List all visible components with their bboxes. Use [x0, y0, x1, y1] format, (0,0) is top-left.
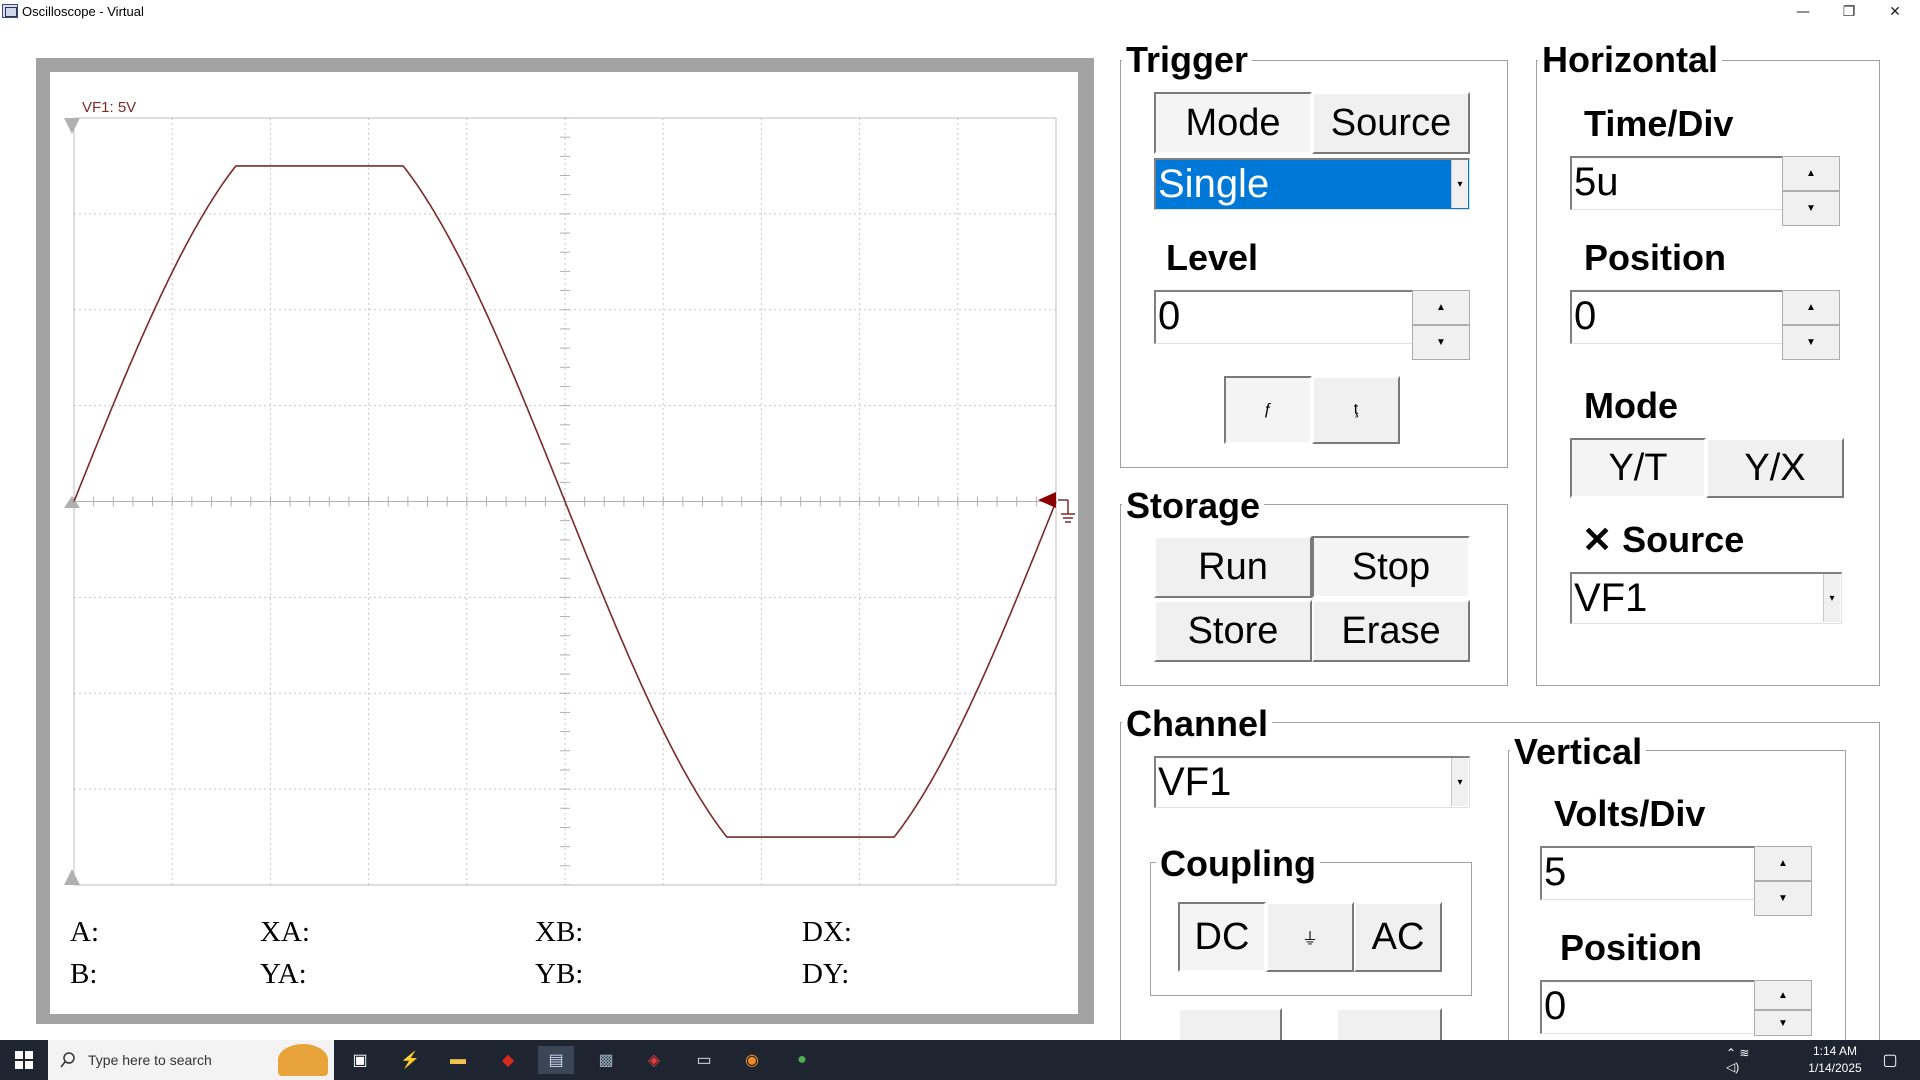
time-div-field[interactable]: 5u: [1570, 156, 1784, 210]
tray-icons[interactable]: ⌃ ≋ ◁): [1726, 1046, 1762, 1074]
readout-yb: YB:: [535, 958, 584, 990]
erase-button[interactable]: Erase: [1312, 600, 1470, 662]
search-icon: [60, 1052, 75, 1068]
x-source-label: ✕ Source: [1582, 519, 1745, 560]
superman-app-icon[interactable]: ◆: [490, 1046, 526, 1074]
gnd-coupling-button[interactable]: ⏚: [1266, 902, 1354, 972]
oscilloscope-app-icon: [2, 4, 18, 18]
time-div-stepper[interactable]: ▲ ▼: [1782, 156, 1840, 226]
bottom-cursor-marker: [64, 869, 80, 885]
title-bar: Oscilloscope - Virtual — ❐ ✕: [0, 0, 1920, 24]
trigger-level-label: Level: [1166, 237, 1259, 278]
blender-icon[interactable]: ◉: [734, 1046, 770, 1074]
time-div-label: Time/Div: [1584, 103, 1734, 144]
readout-dy: DY:: [802, 958, 850, 990]
readout-ya: YA:: [260, 958, 307, 990]
dc-coupling-button[interactable]: DC: [1178, 902, 1266, 972]
trigger-falling-edge-button[interactable]: ţ: [1312, 376, 1400, 444]
search-highlight-icon: [278, 1044, 328, 1076]
stepper-down-icon[interactable]: ▼: [1754, 881, 1812, 916]
ground-icon: [1058, 499, 1075, 523]
tray-clock[interactable]: 1:14 AM 1/14/2025: [1790, 1043, 1880, 1077]
circuit-app-icon[interactable]: ▩: [588, 1046, 624, 1074]
chevron-down-icon[interactable]: ▾: [1451, 758, 1468, 806]
trigger-level-marker: [1038, 492, 1056, 508]
store-button[interactable]: Store: [1154, 600, 1312, 662]
start-button[interactable]: [0, 1040, 48, 1080]
coupling-title: Coupling: [1156, 844, 1320, 884]
stepper-up-icon[interactable]: ▲: [1782, 290, 1840, 325]
app-lightning-icon[interactable]: ⚡: [392, 1046, 428, 1074]
app-window-icon[interactable]: ▭: [686, 1046, 722, 1074]
trigger-level-stepper[interactable]: ▲ ▼: [1412, 290, 1470, 360]
file-explorer-icon[interactable]: ▬: [440, 1046, 476, 1074]
app-red-icon[interactable]: ◈: [636, 1046, 672, 1074]
channel-select[interactable]: VF1: [1154, 756, 1470, 808]
horizontal-mode-label: Mode: [1584, 385, 1678, 426]
stepper-down-icon[interactable]: ▼: [1782, 325, 1840, 360]
stepper-up-icon[interactable]: ▲: [1754, 980, 1812, 1010]
trigger-level-field[interactable]: 0: [1154, 290, 1414, 344]
volts-div-label: Volts/Div: [1554, 793, 1706, 834]
channel-scale-label: VF1: 5V: [82, 99, 136, 116]
tray-date: 1/14/2025: [1808, 1061, 1862, 1075]
horizontal-position-stepper[interactable]: ▲ ▼: [1782, 290, 1840, 360]
restore-button[interactable]: ❐: [1826, 0, 1872, 24]
tray-time: 1:14 AM: [1812, 1044, 1858, 1058]
ac-coupling-button[interactable]: AC: [1354, 902, 1442, 972]
run-button[interactable]: Run: [1154, 536, 1312, 598]
taskbar: Type here to search ▣ ⚡ ▬ ◆ ▤ ▩ ◈ ▭ ◉ ● …: [0, 1040, 1920, 1080]
channel-extra-button-1[interactable]: [1178, 1008, 1282, 1040]
vertical-position-stepper[interactable]: ▲ ▼: [1754, 980, 1812, 1036]
readout-b: B:: [70, 958, 98, 990]
channel-extra-button-2[interactable]: [1336, 1008, 1442, 1040]
close-button[interactable]: ✕: [1872, 0, 1918, 24]
trigger-title: Trigger: [1122, 40, 1253, 80]
task-view-icon[interactable]: ▣: [342, 1046, 378, 1074]
stepper-down-icon[interactable]: ▼: [1754, 1010, 1812, 1036]
readout-xb: XB:: [535, 916, 584, 948]
vertical-position-label: Position: [1560, 927, 1702, 968]
chevron-down-icon[interactable]: ▾: [1451, 160, 1468, 208]
trigger-source-button[interactable]: Source: [1312, 92, 1470, 154]
notification-icon[interactable]: ▢: [1872, 1046, 1908, 1074]
horizontal-title: Horizontal: [1538, 40, 1722, 80]
volts-div-stepper[interactable]: ▲ ▼: [1754, 846, 1812, 916]
trigger-rising-edge-button[interactable]: ƒ: [1224, 376, 1312, 444]
stepper-down-icon[interactable]: ▼: [1782, 191, 1840, 226]
search-placeholder: Type here to search: [88, 1052, 212, 1068]
stepper-up-icon[interactable]: ▲: [1412, 290, 1470, 325]
stepper-up-icon[interactable]: ▲: [1782, 156, 1840, 191]
vertical-title: Vertical: [1510, 732, 1647, 772]
volts-div-field[interactable]: 5: [1540, 846, 1756, 900]
yt-mode-button[interactable]: Y/T: [1570, 438, 1706, 498]
scope-screen[interactable]: VF1: 5V: [50, 72, 1078, 1014]
stepper-up-icon[interactable]: ▲: [1754, 846, 1812, 881]
chrome-icon[interactable]: ●: [784, 1046, 820, 1074]
oscilloscope-taskbar-icon[interactable]: ▤: [538, 1046, 574, 1074]
window-title: Oscilloscope - Virtual: [22, 4, 144, 19]
stepper-down-icon[interactable]: ▼: [1412, 325, 1470, 360]
horizontal-position-label: Position: [1584, 237, 1726, 278]
oscilloscope-window: Oscilloscope - Virtual — ❐ ✕ VF1: 5V A: …: [0, 0, 1920, 1040]
readout-dx: DX:: [802, 916, 852, 948]
readout-xa: XA:: [260, 916, 310, 948]
stop-button[interactable]: Stop: [1312, 536, 1470, 598]
windows-icon: [15, 1051, 33, 1069]
x-source-select[interactable]: VF1: [1570, 572, 1842, 624]
taskbar-search-box[interactable]: Type here to search: [48, 1040, 334, 1080]
top-cursor-marker: [64, 118, 80, 134]
trigger-mode-select[interactable]: Single: [1154, 158, 1470, 210]
channel-title: Channel: [1122, 704, 1273, 744]
trigger-mode-button[interactable]: Mode: [1154, 92, 1312, 154]
minimize-button[interactable]: —: [1780, 0, 1826, 24]
yx-mode-button[interactable]: Y/X: [1706, 438, 1844, 498]
horizontal-position-field[interactable]: 0: [1570, 290, 1784, 344]
vertical-position-field[interactable]: 0: [1540, 980, 1756, 1034]
storage-title: Storage: [1122, 486, 1265, 526]
readout-a: A:: [70, 916, 99, 948]
chevron-down-icon[interactable]: ▾: [1823, 574, 1840, 622]
